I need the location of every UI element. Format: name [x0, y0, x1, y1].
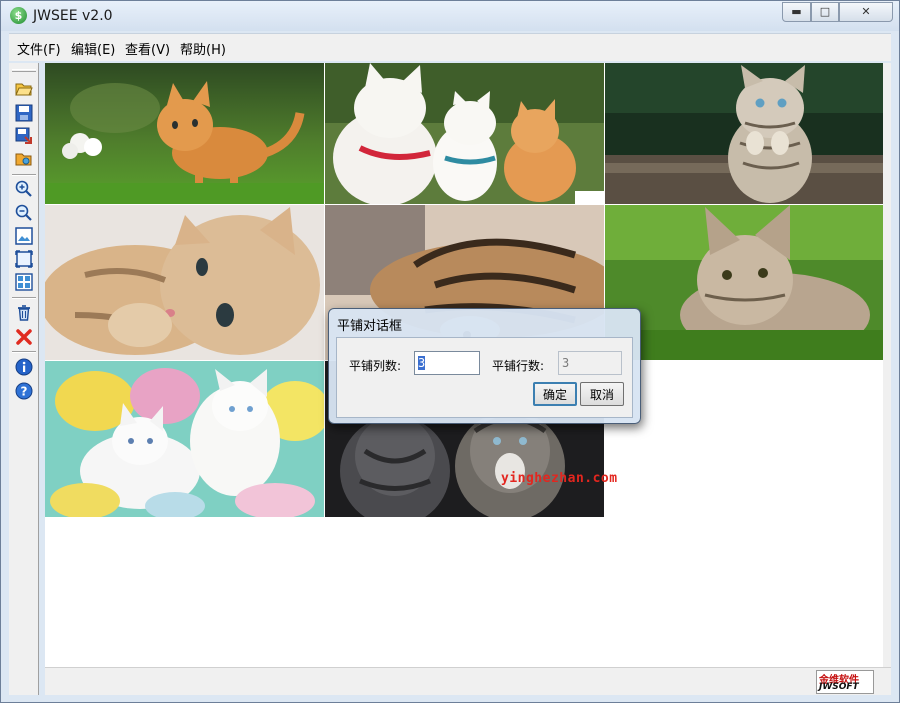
- close-image-button[interactable]: [13, 327, 35, 347]
- kitten-photo-2: [325, 63, 604, 204]
- fit-window-button[interactable]: [13, 226, 35, 246]
- menu-view[interactable]: 查看(V): [125, 39, 170, 58]
- actual-size-button[interactable]: [13, 249, 35, 269]
- svg-text:?: ?: [21, 385, 28, 399]
- save-icon: [15, 104, 33, 122]
- save-button[interactable]: [13, 103, 35, 123]
- maximize-icon: □: [819, 5, 831, 18]
- close-icon: [16, 329, 32, 345]
- browse-folder-icon: [15, 153, 32, 166]
- toolbar-separator: [12, 351, 36, 353]
- browse-button[interactable]: [13, 149, 35, 169]
- columns-input[interactable]: 3: [414, 351, 480, 375]
- ok-button[interactable]: 确定: [533, 382, 577, 406]
- watermark-text: yinghezhan.com: [501, 471, 618, 486]
- zoom-out-button[interactable]: [13, 203, 35, 223]
- open-folder-icon: [15, 83, 33, 96]
- canvas-scroll-edge: [883, 63, 891, 667]
- status-bar: [45, 667, 891, 695]
- minimize-icon: ▬: [791, 5, 802, 18]
- tile-1[interactable]: [45, 63, 324, 204]
- tile-4[interactable]: [45, 205, 324, 360]
- kitten-photo-7: [45, 361, 324, 517]
- toolbar-separator: [12, 297, 36, 299]
- rows-input: 3: [558, 351, 622, 375]
- actual-size-icon: [15, 250, 33, 268]
- dialog-title: 平铺对话框: [337, 319, 403, 334]
- open-button[interactable]: [13, 79, 35, 99]
- kitten-photo-6: [605, 205, 884, 360]
- rows-label: 平铺行数:: [492, 359, 545, 373]
- zoom-in-button[interactable]: [13, 179, 35, 199]
- tile-7[interactable]: [45, 361, 324, 517]
- fit-window-icon: [15, 227, 33, 245]
- dialog-body: 平铺列数: 3 平铺行数: 3 确定 取消: [336, 337, 633, 418]
- cancel-button[interactable]: 取消: [580, 382, 624, 406]
- tile-2[interactable]: [325, 63, 604, 204]
- app-window: $ JWSEE v2.0 ▬ □ ✕ 文件(F) 编辑(E) 查看(V) 帮助(…: [0, 0, 900, 703]
- menu-edit[interactable]: 编辑(E): [71, 39, 115, 58]
- window-title: JWSEE v2.0: [33, 8, 113, 24]
- tile-dialog: 平铺对话框 平铺列数: 3 平铺行数: 3 确定 取消: [328, 308, 641, 424]
- toolbar-separator: [12, 174, 36, 176]
- save-as-icon: [15, 127, 32, 144]
- delete-icon: [18, 305, 30, 321]
- zoom-in-icon: [15, 180, 32, 197]
- app-logo-icon: $: [10, 7, 27, 24]
- columns-value: 3: [418, 356, 426, 370]
- kitten-photo-4: [45, 205, 324, 360]
- title-bar[interactable]: $ JWSEE v2.0 ▬ □ ✕: [1, 1, 899, 31]
- jwsoft-logo: 金维软件 JWSOFT: [816, 670, 874, 694]
- save-as-button[interactable]: [13, 126, 35, 146]
- maximize-button[interactable]: □: [811, 2, 839, 22]
- zoom-out-icon: [15, 204, 32, 221]
- tile-6[interactable]: [605, 205, 884, 360]
- help-icon: ?: [15, 382, 33, 400]
- toolbar-grip[interactable]: [12, 69, 36, 72]
- menu-bar: 文件(F) 编辑(E) 查看(V) 帮助(H): [9, 33, 891, 61]
- close-icon: ✕: [861, 5, 871, 18]
- tile-button[interactable]: [13, 272, 35, 292]
- rows-value: 3: [562, 356, 570, 370]
- logo-bottom-text: JWSOFT: [819, 682, 859, 692]
- minimize-button[interactable]: ▬: [782, 2, 811, 22]
- menu-file[interactable]: 文件(F): [17, 39, 61, 58]
- kitten-photo-1: [45, 63, 324, 204]
- info-icon: [15, 358, 33, 376]
- help-button[interactable]: ?: [13, 381, 35, 401]
- kitten-photo-3: [605, 63, 884, 204]
- tile-icon: [15, 273, 33, 291]
- side-toolbar: ?: [9, 63, 39, 695]
- tile-3[interactable]: [605, 63, 884, 204]
- menu-help[interactable]: 帮助(H): [180, 39, 226, 58]
- columns-label: 平铺列数:: [349, 359, 402, 373]
- delete-button[interactable]: [13, 303, 35, 323]
- close-button[interactable]: ✕: [839, 2, 893, 22]
- about-button[interactable]: [13, 357, 35, 377]
